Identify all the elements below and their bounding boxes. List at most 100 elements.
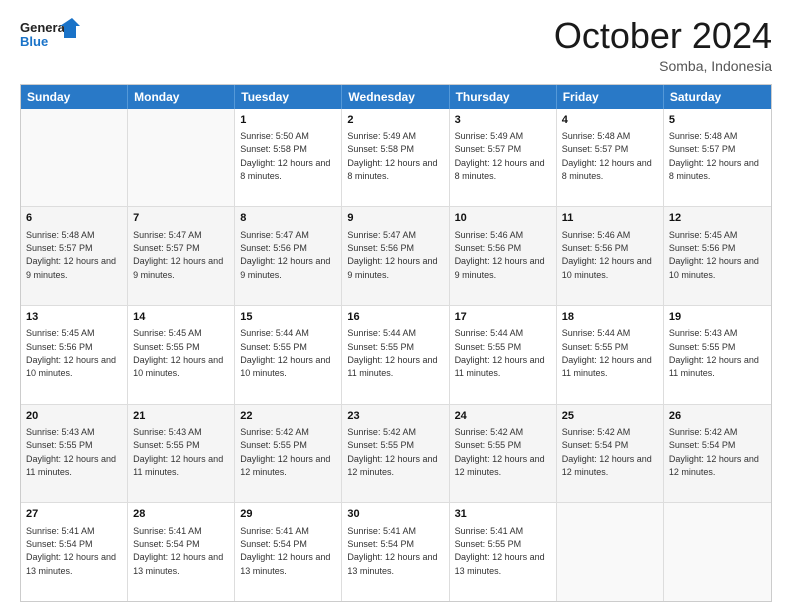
calendar-row-5: 27 Sunrise: 5:41 AMSunset: 5:54 PMDayligh… (21, 503, 771, 601)
title-block: October 2024 Somba, Indonesia (554, 16, 772, 74)
calendar-cell: 16 Sunrise: 5:44 AMSunset: 5:55 PMDayligh… (342, 306, 449, 404)
calendar-row-4: 20Sunrise: 5:43 AMSunset: 5:55 PMDayligh… (21, 405, 771, 504)
day-number: 2 (347, 113, 443, 128)
calendar-cell: 8 Sunrise: 5:47 AMSunset: 5:56 PMDaylight… (235, 207, 342, 305)
calendar-cell: 7Sunrise: 5:47 AMSunset: 5:57 PMDaylight… (128, 207, 235, 305)
calendar-cell: 31Sunrise: 5:41 AMSunset: 5:55 PMDayligh… (450, 503, 557, 601)
sun-info: Sunrise: 5:44 AMSunset: 5:55 PMDaylight:… (347, 328, 437, 378)
sun-info: Sunrise: 5:45 AMSunset: 5:56 PMDaylight:… (26, 328, 116, 378)
day-number: 4 (562, 113, 658, 128)
calendar-cell: 28Sunrise: 5:41 AMSunset: 5:54 PMDayligh… (128, 503, 235, 601)
day-number: 8 (240, 211, 336, 226)
calendar-cell: 27 Sunrise: 5:41 AMSunset: 5:54 PMDayligh… (21, 503, 128, 601)
weekday-wednesday: Wednesday (342, 85, 449, 109)
sun-info: Sunrise: 5:48 AMSunset: 5:57 PMDaylight:… (669, 131, 759, 181)
day-number: 25 (562, 409, 658, 424)
calendar-cell: 11 Sunrise: 5:46 AMSunset: 5:56 PMDayligh… (557, 207, 664, 305)
day-number: 13 (26, 310, 122, 325)
day-number: 30 (347, 507, 443, 522)
day-number: 19 (669, 310, 766, 325)
sun-info: Sunrise: 5:44 AMSunset: 5:55 PMDaylight:… (455, 328, 545, 378)
day-number: 17 (455, 310, 551, 325)
calendar-cell: 17 Sunrise: 5:44 AMSunset: 5:55 PMDayligh… (450, 306, 557, 404)
day-number: 29 (240, 507, 336, 522)
day-number: 22 (240, 409, 336, 424)
weekday-thursday: Thursday (450, 85, 557, 109)
day-number: 6 (26, 211, 122, 226)
sun-info: Sunrise: 5:48 AMSunset: 5:57 PMDaylight:… (26, 230, 116, 280)
logo-svg: General Blue (20, 16, 80, 52)
weekday-saturday: Saturday (664, 85, 771, 109)
day-number: 23 (347, 409, 443, 424)
sun-info: Sunrise: 5:50 AMSunset: 5:58 PMDaylight:… (240, 131, 330, 181)
weekday-tuesday: Tuesday (235, 85, 342, 109)
calendar-cell: 6 Sunrise: 5:48 AMSunset: 5:57 PMDaylight… (21, 207, 128, 305)
sun-info: Sunrise: 5:47 AMSunset: 5:56 PMDaylight:… (347, 230, 437, 280)
day-number: 15 (240, 310, 336, 325)
day-number: 31 (455, 507, 551, 522)
day-number: 11 (562, 211, 658, 226)
calendar-cell: 22 Sunrise: 5:42 AMSunset: 5:55 PMDayligh… (235, 405, 342, 503)
calendar-cell: 12 Sunrise: 5:45 AMSunset: 5:56 PMDayligh… (664, 207, 771, 305)
calendar-cell: 19 Sunrise: 5:43 AMSunset: 5:55 PMDayligh… (664, 306, 771, 404)
calendar-cell: 1 Sunrise: 5:50 AMSunset: 5:58 PMDaylight… (235, 109, 342, 207)
calendar-cell: 24 Sunrise: 5:42 AMSunset: 5:55 PMDayligh… (450, 405, 557, 503)
sun-info: Sunrise: 5:42 AMSunset: 5:55 PMDaylight:… (347, 427, 437, 477)
calendar-cell: 25Sunrise: 5:42 AMSunset: 5:54 PMDayligh… (557, 405, 664, 503)
calendar-cell: 2Sunrise: 5:49 AMSunset: 5:58 PMDaylight… (342, 109, 449, 207)
calendar-cell: 30 Sunrise: 5:41 AMSunset: 5:54 PMDayligh… (342, 503, 449, 601)
day-number: 9 (347, 211, 443, 226)
day-number: 27 (26, 507, 122, 522)
day-number: 16 (347, 310, 443, 325)
calendar-row-2: 6 Sunrise: 5:48 AMSunset: 5:57 PMDaylight… (21, 207, 771, 306)
calendar-row-1: 1 Sunrise: 5:50 AMSunset: 5:58 PMDaylight… (21, 109, 771, 208)
sun-info: Sunrise: 5:42 AMSunset: 5:55 PMDaylight:… (455, 427, 545, 477)
sun-info: Sunrise: 5:41 AMSunset: 5:54 PMDaylight:… (240, 526, 330, 576)
sun-info: Sunrise: 5:43 AMSunset: 5:55 PMDaylight:… (669, 328, 759, 378)
calendar-cell: 14 Sunrise: 5:45 AMSunset: 5:55 PMDayligh… (128, 306, 235, 404)
calendar-cell (664, 503, 771, 601)
sun-info: Sunrise: 5:44 AMSunset: 5:55 PMDaylight:… (562, 328, 652, 378)
calendar-cell: 9 Sunrise: 5:47 AMSunset: 5:56 PMDaylight… (342, 207, 449, 305)
sun-info: Sunrise: 5:41 AMSunset: 5:54 PMDaylight:… (133, 526, 223, 576)
calendar-cell: 18Sunrise: 5:44 AMSunset: 5:55 PMDayligh… (557, 306, 664, 404)
day-number: 1 (240, 113, 336, 128)
sun-info: Sunrise: 5:43 AMSunset: 5:55 PMDaylight:… (133, 427, 223, 477)
sun-info: Sunrise: 5:42 AMSunset: 5:55 PMDaylight:… (240, 427, 330, 477)
calendar-cell: 5 Sunrise: 5:48 AMSunset: 5:57 PMDaylight… (664, 109, 771, 207)
sun-info: Sunrise: 5:43 AMSunset: 5:55 PMDaylight:… (26, 427, 116, 477)
calendar-cell: 15 Sunrise: 5:44 AMSunset: 5:55 PMDayligh… (235, 306, 342, 404)
calendar-cell: 23 Sunrise: 5:42 AMSunset: 5:55 PMDayligh… (342, 405, 449, 503)
sun-info: Sunrise: 5:44 AMSunset: 5:55 PMDaylight:… (240, 328, 330, 378)
calendar-cell: 4 Sunrise: 5:48 AMSunset: 5:57 PMDaylight… (557, 109, 664, 207)
logo: General Blue (20, 16, 80, 52)
sun-info: Sunrise: 5:45 AMSunset: 5:55 PMDaylight:… (133, 328, 223, 378)
weekday-monday: Monday (128, 85, 235, 109)
calendar-cell: 3Sunrise: 5:49 AMSunset: 5:57 PMDaylight… (450, 109, 557, 207)
calendar-cell: 29 Sunrise: 5:41 AMSunset: 5:54 PMDayligh… (235, 503, 342, 601)
day-number: 12 (669, 211, 766, 226)
weekday-friday: Friday (557, 85, 664, 109)
calendar-header: Sunday Monday Tuesday Wednesday Thursday… (21, 85, 771, 109)
sun-info: Sunrise: 5:45 AMSunset: 5:56 PMDaylight:… (669, 230, 759, 280)
page: General Blue October 2024 Somba, Indones… (0, 0, 792, 612)
header: General Blue October 2024 Somba, Indones… (20, 16, 772, 74)
sun-info: Sunrise: 5:47 AMSunset: 5:56 PMDaylight:… (240, 230, 330, 280)
day-number: 7 (133, 211, 229, 226)
sun-info: Sunrise: 5:46 AMSunset: 5:56 PMDaylight:… (562, 230, 652, 280)
calendar-row-3: 13 Sunrise: 5:45 AMSunset: 5:56 PMDayligh… (21, 306, 771, 405)
calendar-cell: 20Sunrise: 5:43 AMSunset: 5:55 PMDayligh… (21, 405, 128, 503)
day-number: 5 (669, 113, 766, 128)
calendar: Sunday Monday Tuesday Wednesday Thursday… (20, 84, 772, 602)
day-number: 26 (669, 409, 766, 424)
sun-info: Sunrise: 5:41 AMSunset: 5:54 PMDaylight:… (347, 526, 437, 576)
sun-info: Sunrise: 5:41 AMSunset: 5:54 PMDaylight:… (26, 526, 116, 576)
calendar-cell (128, 109, 235, 207)
calendar-body: 1 Sunrise: 5:50 AMSunset: 5:58 PMDaylight… (21, 109, 771, 601)
calendar-cell: 21Sunrise: 5:43 AMSunset: 5:55 PMDayligh… (128, 405, 235, 503)
day-number: 14 (133, 310, 229, 325)
sun-info: Sunrise: 5:48 AMSunset: 5:57 PMDaylight:… (562, 131, 652, 181)
calendar-cell (557, 503, 664, 601)
sun-info: Sunrise: 5:42 AMSunset: 5:54 PMDaylight:… (669, 427, 759, 477)
day-number: 24 (455, 409, 551, 424)
